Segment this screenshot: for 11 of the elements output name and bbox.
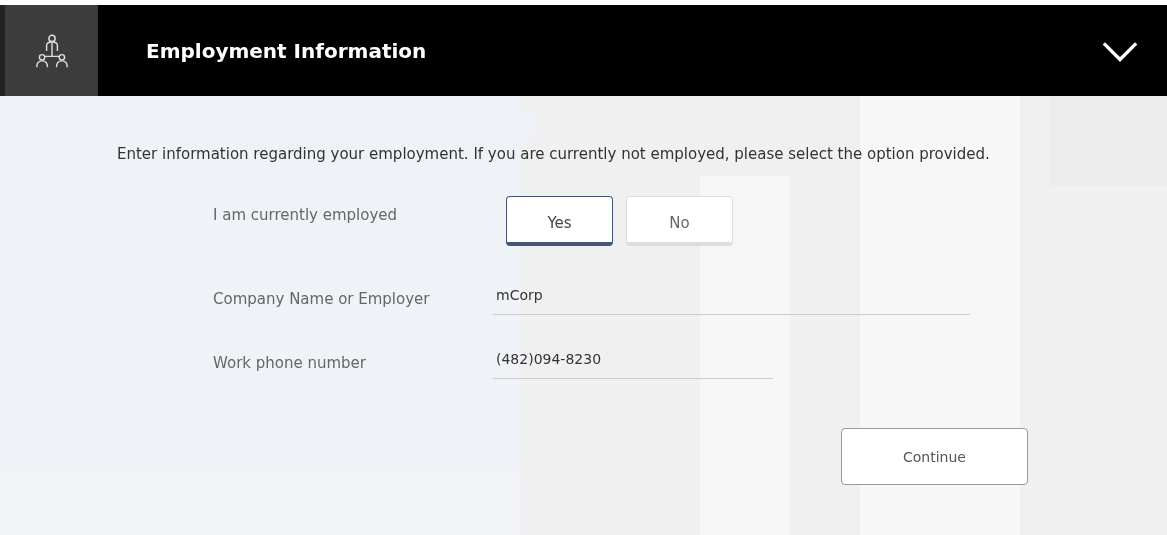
instruction-text: Enter information regarding your employment. If you are currently not employed, please select the option provided. xyxy=(117,146,991,162)
people-hierarchy-icon xyxy=(33,32,70,69)
option-button[interactable]: No xyxy=(626,196,733,246)
continue-button[interactable]: Continue xyxy=(841,428,1028,485)
field-label: I am currently employed xyxy=(213,206,399,224)
field-label: Company Name or Employer xyxy=(213,290,431,308)
option-button[interactable]: Yes xyxy=(506,196,613,246)
section-title: Employment Information xyxy=(146,38,428,63)
input-field[interactable]: (482)094-8230 xyxy=(493,347,773,379)
input-field[interactable]: mCorp xyxy=(493,283,970,315)
field-label: Work phone number xyxy=(213,354,367,372)
